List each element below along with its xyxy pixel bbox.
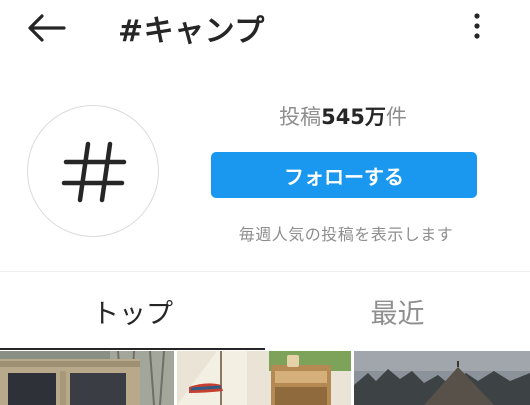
follow-button[interactable]: フォローする [211, 152, 477, 198]
more-vertical-icon [474, 13, 480, 39]
tab-top[interactable]: トップ [0, 272, 265, 350]
post-image-car [0, 351, 174, 405]
post-grid [0, 351, 530, 405]
back-button[interactable] [22, 10, 70, 46]
top-bar: #キャンプ [0, 0, 530, 56]
weekly-top-posts-note: 毎週人気の投稿を表示します [238, 225, 454, 244]
post-count-prefix: 投稿 [279, 105, 322, 129]
post-count-value: 545万 [321, 105, 386, 129]
post-thumbnail-3[interactable] [354, 351, 530, 405]
active-tab-indicator [0, 348, 265, 350]
post-count: 投稿545万件 [210, 101, 476, 131]
arrow-left-icon [28, 14, 66, 42]
more-options-button[interactable] [462, 8, 492, 44]
post-image-tent-sky [354, 351, 530, 405]
post-count-suffix: 件 [385, 105, 407, 129]
page-title: #キャンプ [118, 14, 265, 49]
hashtag-avatar [27, 105, 159, 237]
post-thumbnail-1[interactable] [0, 351, 174, 405]
hashtag-icon [61, 141, 127, 203]
post-image-lantern-shelf [177, 351, 351, 405]
tab-recent[interactable]: 最近 [265, 272, 530, 350]
post-thumbnail-2[interactable] [177, 351, 351, 405]
